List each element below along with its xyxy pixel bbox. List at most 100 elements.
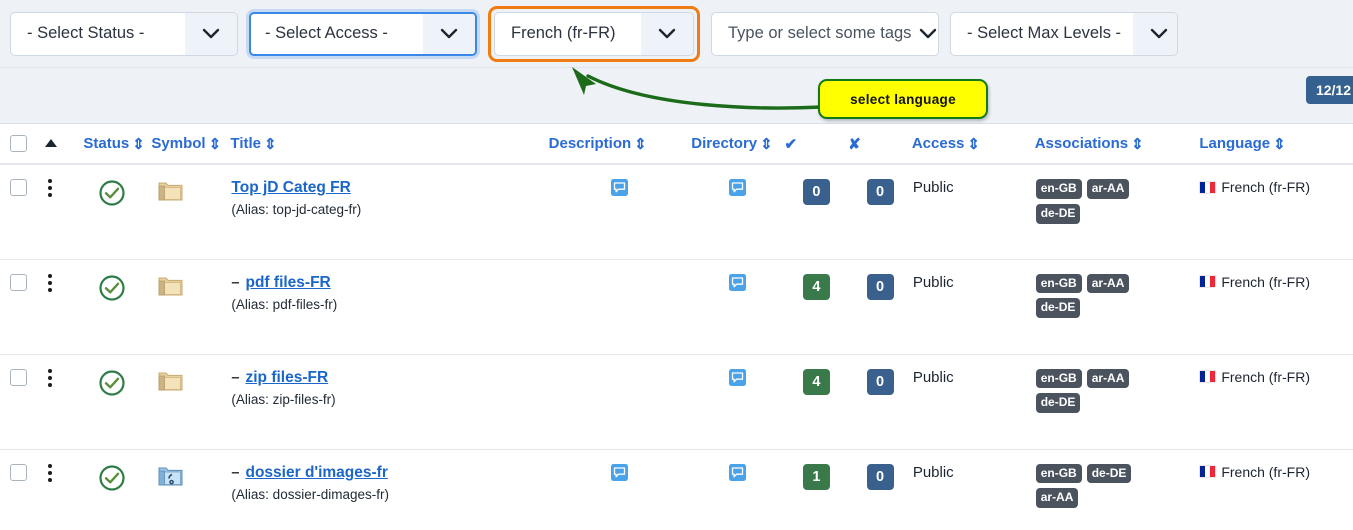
unpublished-count-badge[interactable]: 0	[866, 179, 894, 205]
row-unpublished-count-cell[interactable]: 0	[848, 259, 912, 355]
row-status-cell[interactable]	[83, 259, 152, 355]
association-tag[interactable]: en-GB	[1035, 463, 1082, 484]
kebab-menu-icon[interactable]	[41, 463, 59, 482]
select-all-checkbox[interactable]	[10, 135, 27, 152]
chevron-down-icon[interactable]	[423, 13, 475, 54]
row-published-count-cell[interactable]: 1	[784, 449, 849, 530]
row-status-cell[interactable]	[83, 449, 152, 530]
header-language[interactable]: Language ⇕	[1199, 124, 1353, 165]
association-tag[interactable]: en-GB	[1035, 368, 1082, 389]
association-tag[interactable]: en-GB	[1035, 179, 1082, 199]
header-published-count[interactable]: ✔	[784, 124, 849, 165]
chevron-down-icon[interactable]	[185, 12, 237, 55]
row-published-count-cell[interactable]: 4	[784, 354, 849, 450]
check-circle-icon[interactable]	[98, 179, 126, 207]
sort-icon[interactable]: ⇕	[1273, 135, 1286, 153]
row-actions-cell[interactable]	[39, 164, 84, 260]
header-associations[interactable]: Associations ⇕	[1034, 124, 1200, 165]
category-title-link[interactable]: pdf files-FR	[246, 274, 331, 292]
status-published-icon[interactable]	[98, 179, 150, 211]
association-tag[interactable]: de-DE	[1086, 463, 1132, 484]
row-select-cell[interactable]	[0, 354, 40, 450]
table-row[interactable]: – pdf files-FR (Alias: pdf-files-fr) 4 0 Publ…	[0, 259, 1353, 355]
sort-icon[interactable]: ⇕	[967, 135, 980, 153]
association-tag[interactable]: ar-AA	[1086, 368, 1130, 389]
unpublished-count-badge[interactable]: 0	[866, 273, 894, 300]
row-checkbox[interactable]	[10, 179, 27, 196]
unpublished-count-badge[interactable]: 0	[866, 368, 894, 395]
row-unpublished-count-cell[interactable]: 0	[848, 449, 912, 530]
status-filter-select[interactable]: - Select Status -	[10, 11, 238, 56]
sort-icon[interactable]: ⇕	[634, 135, 647, 153]
association-tag[interactable]: de-DE	[1035, 203, 1081, 224]
table-row[interactable]: Top jD Categ FR (Alias: top-jd-categ-fr) 0…	[0, 164, 1353, 260]
row-published-count-cell[interactable]: 0	[784, 164, 849, 260]
sort-ascending-icon[interactable]	[44, 138, 58, 148]
chevron-down-icon[interactable]	[1133, 12, 1177, 55]
access-filter-select[interactable]: - Select Access -	[249, 11, 477, 56]
header-select-all[interactable]	[0, 124, 40, 165]
header-symbol[interactable]: Symbol ⇕	[151, 124, 231, 165]
note-tooltip-icon[interactable]	[729, 368, 747, 386]
row-select-cell[interactable]	[0, 449, 40, 530]
association-tag[interactable]: ar-AA	[1086, 179, 1130, 199]
row-checkbox[interactable]	[10, 368, 27, 386]
note-tooltip-icon[interactable]	[611, 179, 629, 196]
category-title-link[interactable]: zip files-FR	[246, 369, 329, 387]
status-published-icon[interactable]	[98, 464, 150, 496]
row-checkbox[interactable]	[10, 463, 27, 481]
row-unpublished-count-cell[interactable]: 0	[848, 164, 912, 260]
kebab-menu-icon[interactable]	[41, 179, 59, 197]
status-published-icon[interactable]	[98, 274, 150, 306]
unpublished-count-badge[interactable]: 0	[866, 463, 894, 490]
note-tooltip-icon[interactable]	[729, 463, 747, 481]
kebab-menu-icon[interactable]	[41, 273, 59, 292]
chevron-down-icon[interactable]	[911, 13, 938, 55]
row-select-cell[interactable]	[0, 164, 40, 260]
header-access[interactable]: Access ⇕	[911, 124, 1035, 165]
table-row[interactable]: – zip files-FR (Alias: zip-files-fr) 4 0 Publ…	[0, 354, 1353, 450]
association-tag[interactable]: en-GB	[1035, 273, 1082, 294]
category-title-link[interactable]: Top jD Categ FR	[231, 179, 350, 197]
header-directory[interactable]: Directory ⇕	[691, 124, 785, 165]
category-title-link[interactable]: dossier d'images-fr	[246, 464, 388, 482]
sort-icon[interactable]: ⇕	[132, 135, 145, 153]
header-status[interactable]: Status ⇕	[83, 124, 152, 165]
max-levels-filter-select[interactable]: - Select Max Levels -	[950, 11, 1178, 56]
row-unpublished-count-cell[interactable]: 0	[848, 354, 912, 450]
row-select-cell[interactable]	[0, 259, 40, 355]
note-tooltip-icon[interactable]	[611, 463, 629, 481]
sort-icon[interactable]: ⇕	[209, 135, 222, 153]
row-actions-cell[interactable]	[39, 259, 84, 355]
row-status-cell[interactable]	[83, 354, 152, 450]
language-filter-select[interactable]: French (fr-FR)	[494, 11, 694, 56]
tags-filter-select[interactable]: Type or select some tags	[711, 11, 939, 56]
association-tag[interactable]: ar-AA	[1035, 488, 1079, 509]
header-ordering[interactable]	[39, 124, 84, 165]
table-row[interactable]: – dossier d'images-fr (Alias: dossier-dima…	[0, 449, 1353, 530]
association-tag[interactable]: de-DE	[1035, 393, 1081, 414]
kebab-menu-icon[interactable]	[41, 368, 59, 387]
association-tag[interactable]: ar-AA	[1086, 273, 1130, 294]
status-published-icon[interactable]	[98, 369, 150, 401]
row-published-count-cell[interactable]: 4	[784, 259, 849, 355]
row-actions-cell[interactable]	[39, 449, 84, 530]
check-circle-icon[interactable]	[98, 464, 126, 492]
check-circle-icon[interactable]	[98, 369, 126, 397]
sort-icon[interactable]: ⇕	[1131, 135, 1144, 153]
header-description[interactable]: Description ⇕	[548, 124, 692, 165]
published-count-badge[interactable]: 4	[802, 368, 830, 395]
published-count-badge[interactable]: 4	[802, 273, 830, 300]
sort-icon[interactable]: ⇕	[760, 135, 773, 153]
note-tooltip-icon[interactable]	[729, 179, 747, 196]
row-actions-cell[interactable]	[39, 354, 84, 450]
chevron-down-icon[interactable]	[641, 12, 693, 55]
header-unpublished-count[interactable]: ✘	[848, 124, 912, 165]
header-title[interactable]: Title ⇕	[230, 124, 549, 165]
sort-icon[interactable]: ⇕	[264, 135, 277, 153]
published-count-badge[interactable]: 0	[802, 179, 830, 205]
note-tooltip-icon[interactable]	[729, 273, 747, 291]
check-circle-icon[interactable]	[98, 274, 126, 302]
published-count-badge[interactable]: 1	[802, 463, 830, 490]
row-status-cell[interactable]	[83, 164, 152, 260]
